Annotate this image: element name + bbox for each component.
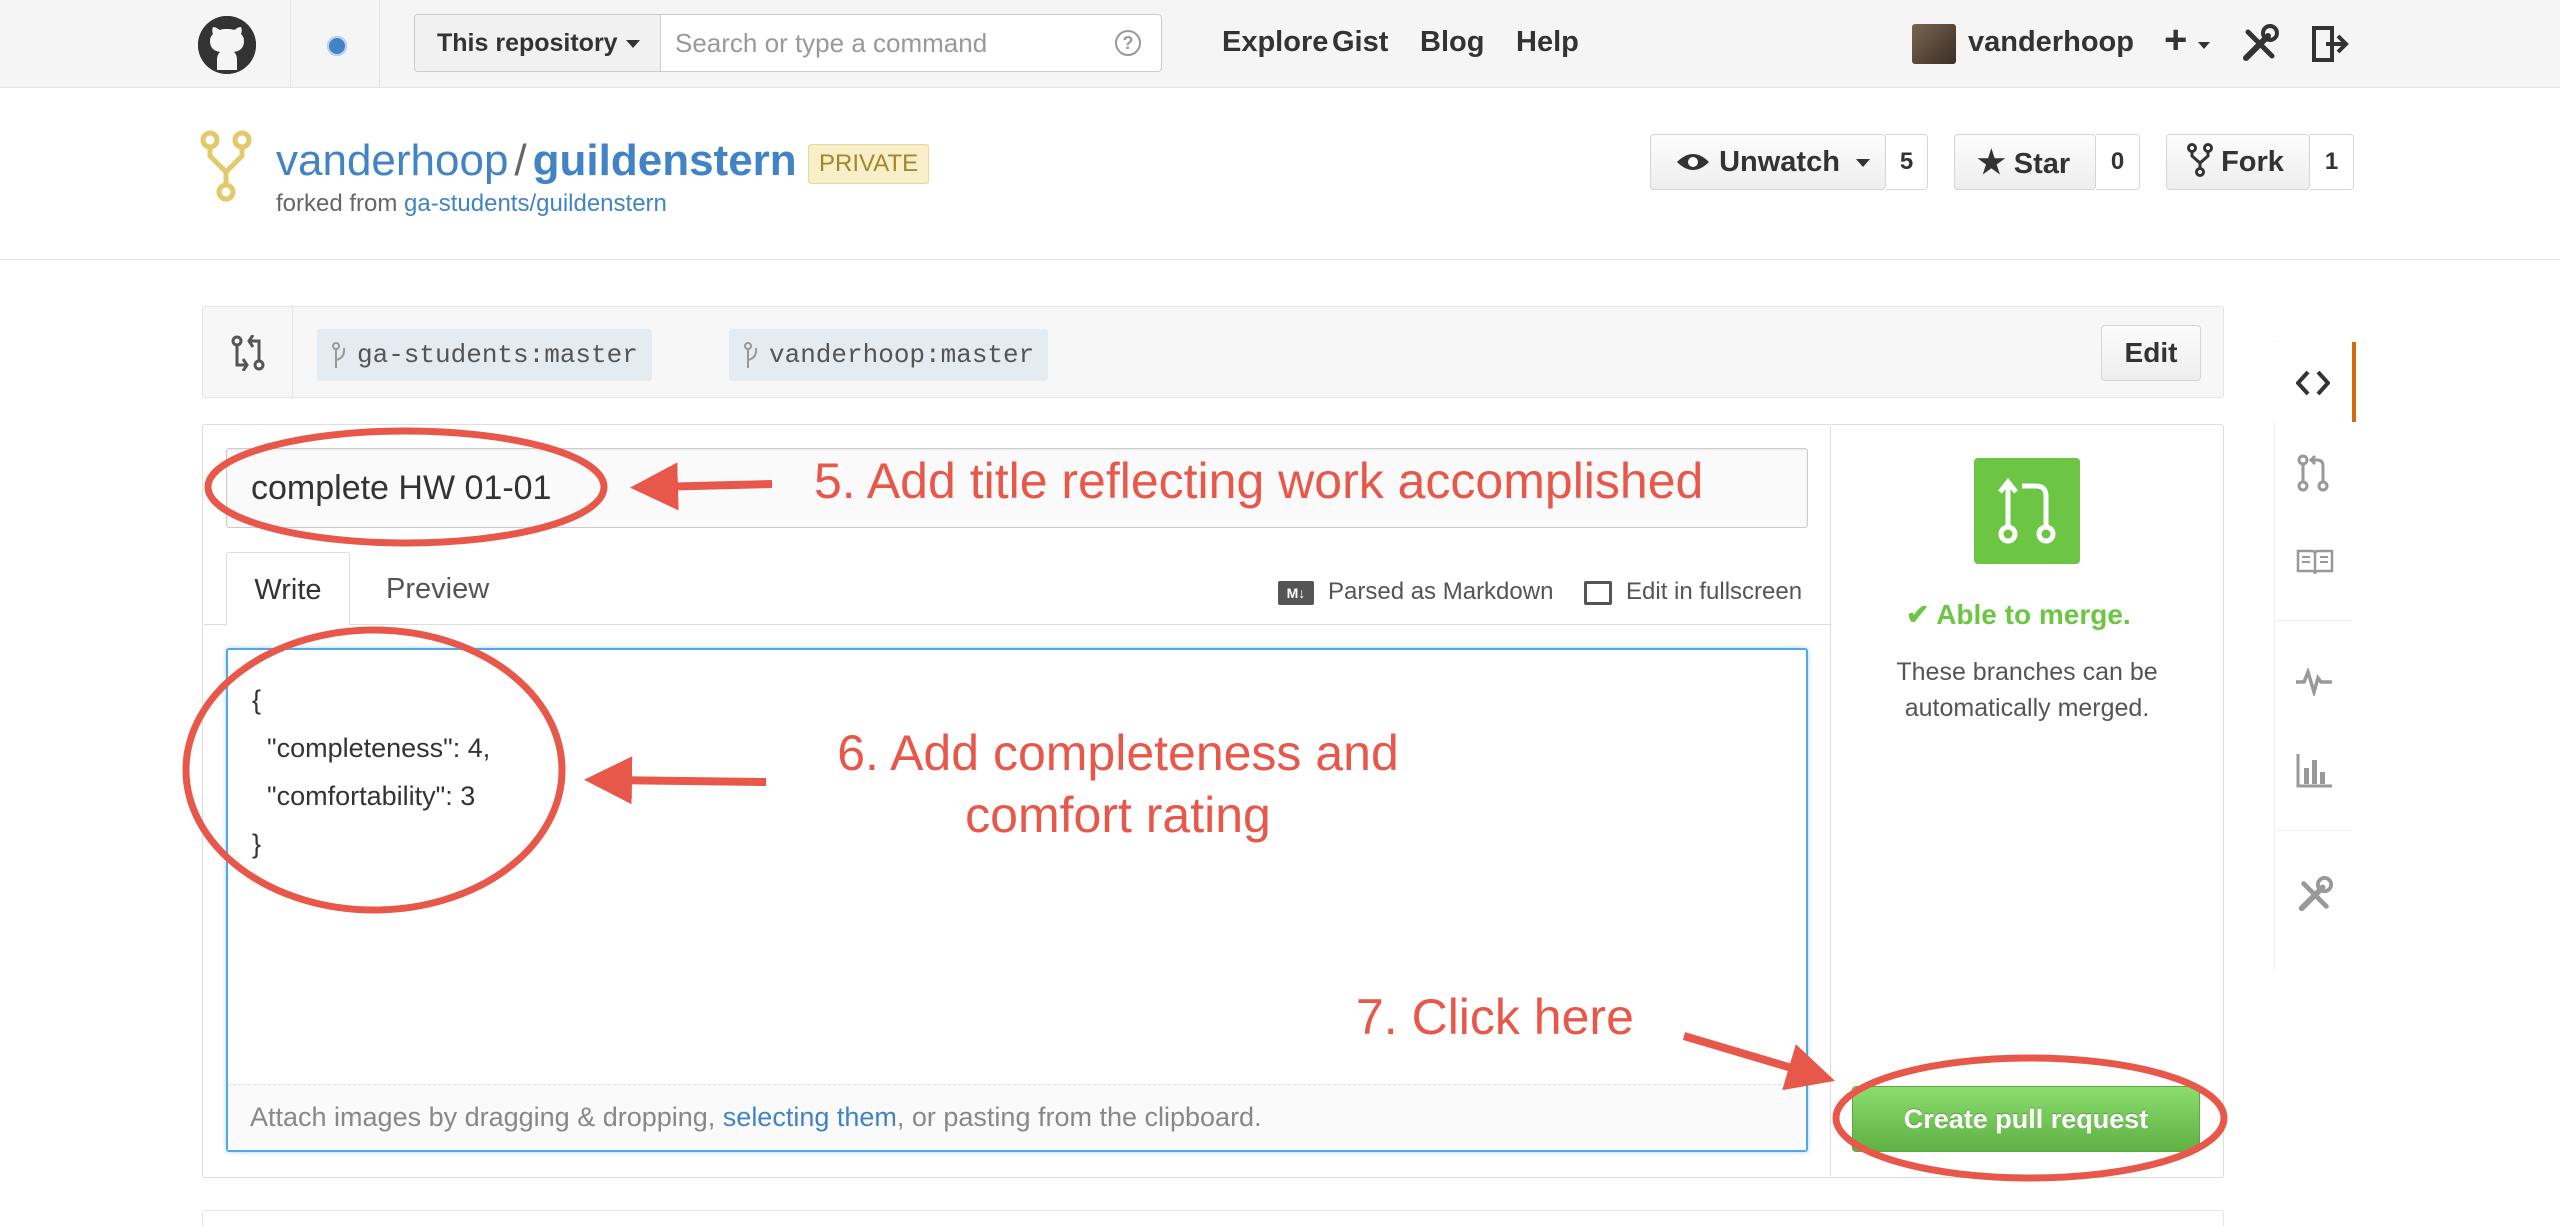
star-label: Star — [2013, 148, 2071, 180]
search-box: This repository ? — [414, 14, 1162, 72]
settings-tools-icon[interactable] — [2296, 876, 2334, 914]
unwatch-button[interactable]: Unwatch — [1650, 134, 1886, 190]
annotation-step-6: 6. Add completeness and comfort rating — [800, 722, 1436, 846]
avatar[interactable] — [1912, 24, 1956, 64]
repo-name-link[interactable]: guildenstern — [533, 136, 797, 185]
notification-indicator-icon[interactable] — [327, 36, 347, 56]
markdown-note-label: Parsed as Markdown — [1328, 578, 1554, 605]
annotation-step-5: 5. Add title reflecting work accomplishe… — [814, 453, 1704, 509]
attach-prefix: Attach images by dragging & dropping, — [250, 1102, 723, 1132]
global-header: This repository ? Explore Gist Blog Help… — [0, 0, 2560, 88]
repo-owner-link[interactable]: vanderhoop — [276, 136, 508, 185]
repo-forked-icon — [200, 130, 252, 202]
github-logo-icon[interactable] — [198, 16, 256, 74]
private-badge: PRIVATE — [808, 144, 930, 184]
settings-tools-icon[interactable] — [2240, 24, 2280, 64]
search-scope-label: This repository — [437, 29, 618, 57]
merge-column-divider — [1830, 426, 1831, 1176]
unwatch-label: Unwatch — [1719, 146, 1840, 178]
pr-body-text[interactable]: { "completeness": 4, "comfortability": 3… — [252, 676, 490, 868]
merge-description: These branches can be automatically merg… — [1896, 658, 2158, 722]
star-icon: ★ — [1977, 144, 2006, 180]
nav-help[interactable]: Help — [1516, 26, 1579, 59]
tab-preview[interactable]: Preview — [386, 552, 489, 626]
fork-button[interactable]: Fork — [2166, 134, 2310, 190]
sidebar-item-code[interactable] — [2274, 342, 2356, 422]
annotation-step-6-line-1: 6. Add completeness and — [837, 725, 1399, 781]
wiki-book-icon[interactable] — [2296, 548, 2334, 576]
eye-icon — [1677, 154, 1709, 170]
fullscreen-link[interactable]: Edit in fullscreen — [1584, 578, 1802, 606]
nav-explore[interactable]: Explore — [1222, 26, 1328, 59]
base-branch-label: ga-students:master — [357, 340, 638, 370]
create-new-icon[interactable]: + — [2164, 18, 2187, 63]
star-button[interactable]: ★ Star — [1954, 134, 2096, 190]
chevron-down-icon — [1855, 159, 1870, 168]
head-branch-label: vanderhoop:master — [769, 340, 1035, 370]
nav-gist[interactable]: Gist — [1332, 26, 1388, 59]
fork-label: Fork — [2221, 146, 2284, 178]
repo-title: vanderhoop / guildenstern — [276, 136, 797, 186]
search-scope-dropdown[interactable]: This repository — [415, 15, 661, 71]
next-section-box — [202, 1210, 2224, 1226]
markdown-icon: M↓ — [1278, 580, 1314, 605]
sidebar-divider — [2276, 830, 2352, 831]
tab-write[interactable]: Write — [226, 552, 350, 626]
search-input[interactable] — [675, 23, 1105, 63]
forked-from-link[interactable]: ga-students/guildenstern — [404, 190, 667, 217]
sign-out-icon[interactable] — [2310, 24, 2350, 64]
forked-from-note: forked from ga-students/guildenstern — [276, 190, 667, 218]
create-pull-request-button[interactable]: Create pull request — [1852, 1086, 2200, 1152]
compare-icon-cell — [203, 307, 293, 397]
fork-icon — [2187, 143, 2213, 177]
sidebar-divider — [2276, 620, 2352, 621]
chevron-down-icon — [2198, 42, 2210, 49]
branch-icon — [744, 342, 758, 368]
attach-suffix: , or pasting from the clipboard. — [896, 1102, 1262, 1132]
nav-blog[interactable]: Blog — [1420, 26, 1484, 59]
merge-status-icon — [1974, 458, 2080, 564]
graphs-icon[interactable] — [2296, 752, 2332, 788]
select-files-link[interactable]: selecting them — [723, 1102, 897, 1132]
search-help-icon[interactable]: ? — [1115, 30, 1141, 56]
username-link[interactable]: vanderhoop — [1968, 26, 2134, 59]
annotation-step-7: 7. Click here — [1356, 989, 1634, 1045]
fullscreen-label: Edit in fullscreen — [1626, 578, 1803, 605]
stars-count[interactable]: 0 — [2096, 134, 2140, 190]
chevron-down-icon — [625, 40, 640, 49]
pulse-icon[interactable] — [2296, 668, 2332, 696]
forked-from-prefix: forked from — [276, 190, 398, 217]
compare-icon — [231, 335, 265, 371]
base-branch-selector[interactable]: ga-students:master — [317, 329, 652, 381]
edit-range-button[interactable]: Edit — [2101, 325, 2201, 381]
fullscreen-icon — [1584, 580, 1612, 605]
merge-status-text: ✔ Able to merge. — [1906, 599, 2131, 630]
head-branch-selector[interactable]: vanderhoop:master — [729, 329, 1049, 381]
markdown-help-link[interactable]: M↓ Parsed as Markdown — [1278, 578, 1553, 606]
screenshot-root: This repository ? Explore Gist Blog Help… — [0, 0, 2560, 1226]
repo-title-separator: / — [514, 136, 527, 185]
code-icon — [2296, 370, 2330, 396]
attach-images-bar[interactable]: Attach images by dragging & dropping, se… — [228, 1084, 1806, 1150]
forks-count[interactable]: 1 — [2310, 134, 2354, 190]
annotation-step-6-line-2: comfort rating — [965, 787, 1271, 843]
watchers-count[interactable]: 5 — [1886, 134, 1928, 190]
compare-range-bar: ga-students:master ... vanderhoop:master… — [202, 306, 2224, 398]
notifications-area[interactable] — [290, 0, 380, 88]
branch-icon — [332, 342, 346, 368]
pull-requests-icon[interactable] — [2296, 454, 2330, 492]
